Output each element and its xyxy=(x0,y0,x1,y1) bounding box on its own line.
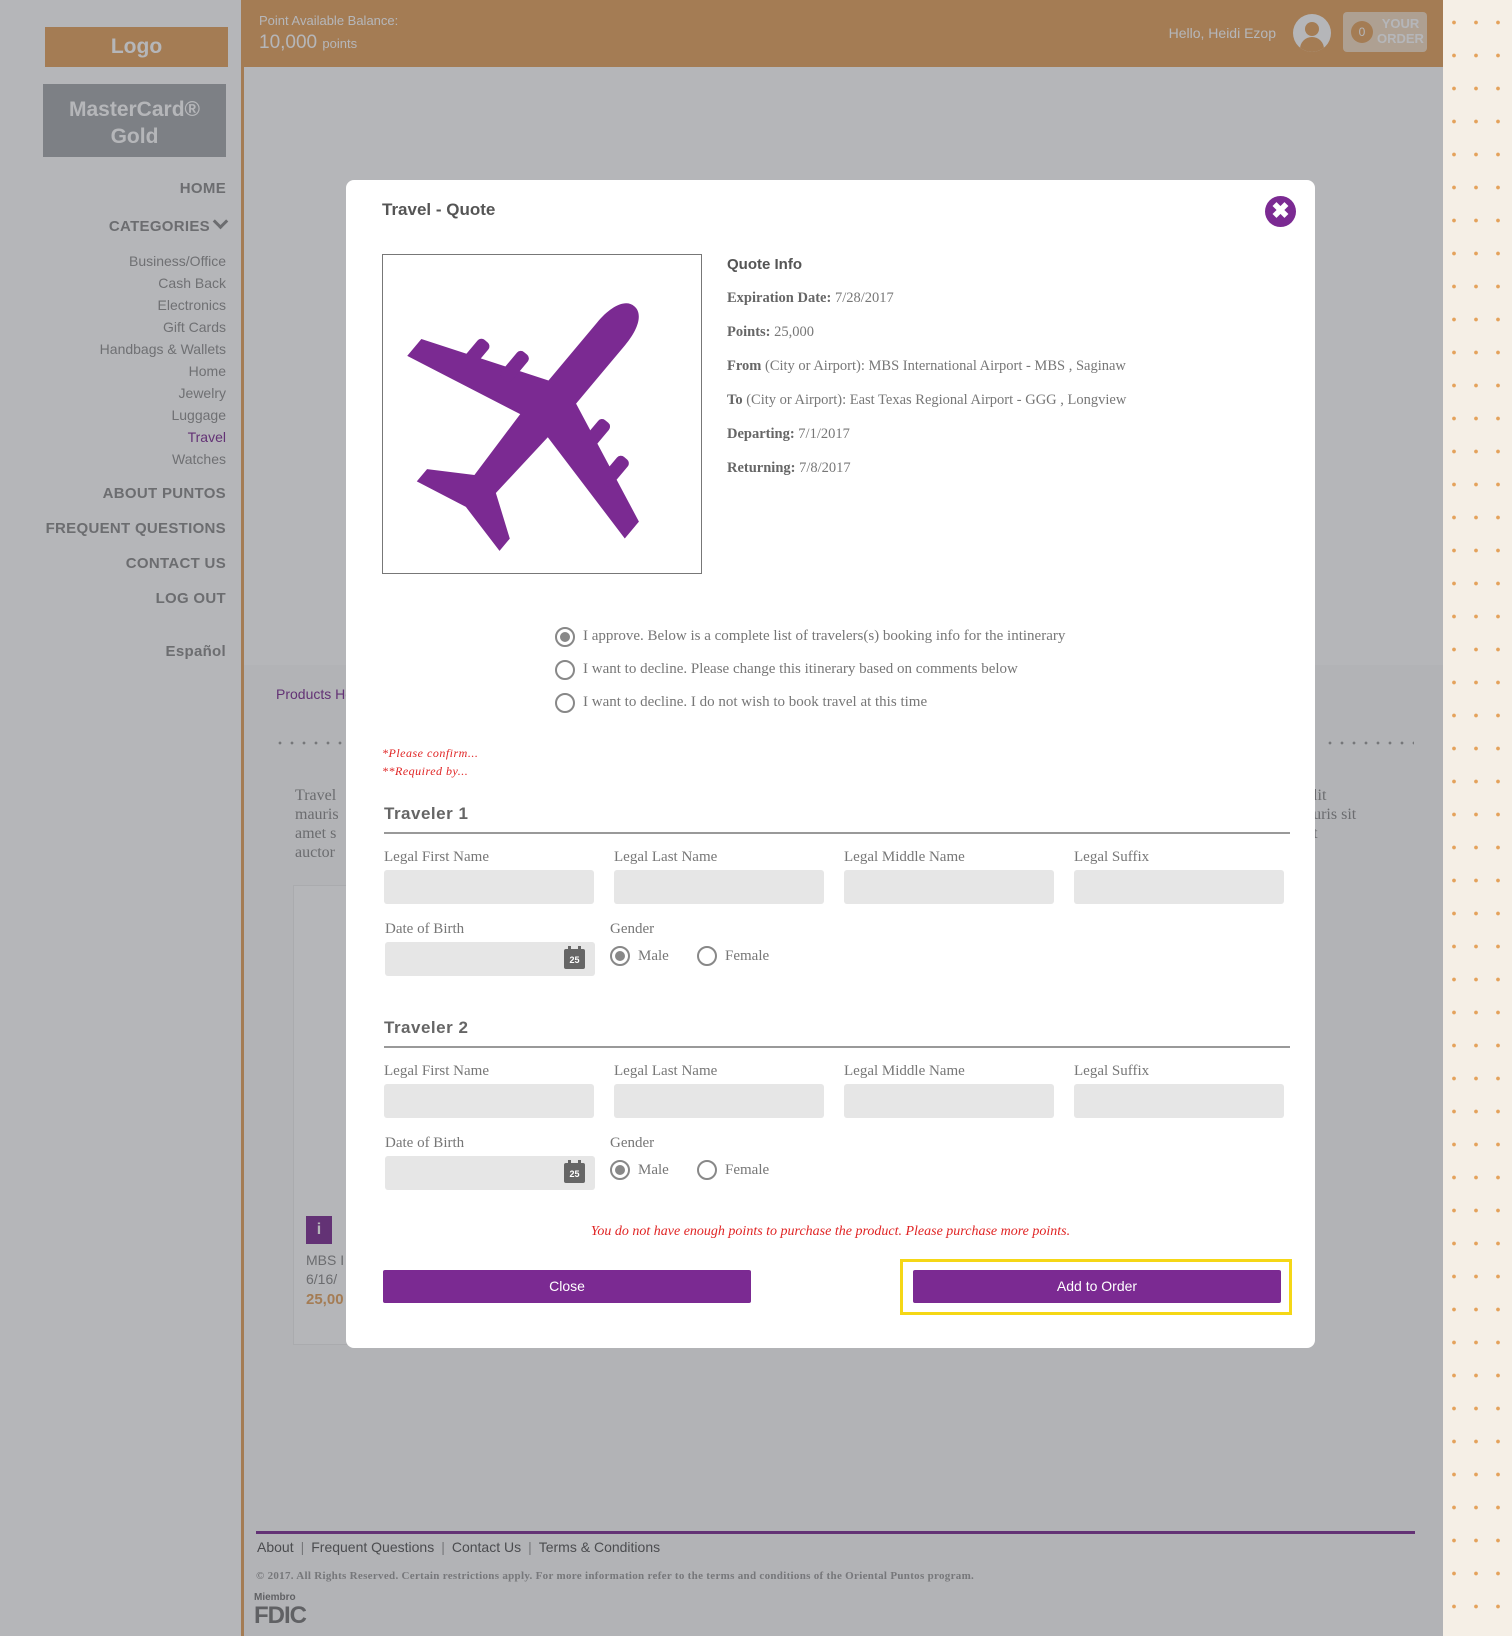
traveler-2-dob-input[interactable]: 25 xyxy=(385,1156,595,1190)
traveler-1-middle-name-input[interactable] xyxy=(844,870,1054,904)
traveler-2-dob-label: Date of Birth xyxy=(385,1135,465,1151)
decorative-dot-stripe xyxy=(1443,0,1512,1636)
add-to-order-button[interactable]: Add to Order xyxy=(913,1270,1281,1303)
traveler-1-gender-male[interactable]: Male xyxy=(610,946,669,966)
traveler-1-suffix-input[interactable] xyxy=(1074,870,1284,904)
traveler-2-divider xyxy=(384,1046,1290,1048)
confirm-note: *Please confirm... xyxy=(382,746,479,760)
traveler-1-dob-input[interactable]: 25 xyxy=(385,942,595,976)
required-note: **Required by... xyxy=(382,764,469,778)
calendar-icon[interactable]: 25 xyxy=(564,1160,585,1183)
approval-options: I approve. Below is a complete list of t… xyxy=(555,620,1065,719)
traveler-1-first-name-input[interactable] xyxy=(384,870,594,904)
option-decline-change[interactable]: I want to decline. Please change this it… xyxy=(555,653,1065,686)
traveler-1-suffix-label: Legal Suffix xyxy=(1074,849,1150,865)
close-icon[interactable]: ✖ xyxy=(1265,196,1296,227)
traveler-1-middle-name-label: Legal Middle Name xyxy=(844,849,965,865)
traveler-1-male-label: Male xyxy=(638,947,669,964)
travel-quote-modal: Travel - Quote ✖ Quote Info Expiration D… xyxy=(346,180,1315,1348)
traveler-1-gender-female[interactable]: Female xyxy=(697,946,769,966)
traveler-2-gender-label: Gender xyxy=(610,1135,655,1151)
from-location: From (City or Airport): MBS Internationa… xyxy=(727,358,1126,374)
radio-decline-cancel[interactable] xyxy=(555,692,575,713)
close-button[interactable]: Close xyxy=(383,1270,751,1303)
airplane-icon xyxy=(407,303,639,551)
radio-approve[interactable] xyxy=(555,626,575,647)
insufficient-points-warning: You do not have enough points to purchas… xyxy=(590,1224,1071,1239)
option-decline-change-label: I want to decline. Please change this it… xyxy=(583,661,1018,677)
traveler-1-title: Traveler 1 xyxy=(384,804,469,823)
traveler-1-female-radio[interactable] xyxy=(697,946,717,966)
calendar-icon[interactable]: 25 xyxy=(564,946,585,969)
traveler-2-gender-male[interactable]: Male xyxy=(610,1160,669,1180)
traveler-1-dob-label: Date of Birth xyxy=(385,921,465,937)
product-image-frame xyxy=(382,254,702,574)
traveler-2-first-name-label: Legal First Name xyxy=(384,1063,489,1079)
traveler-2-first-name-input[interactable] xyxy=(384,1084,594,1118)
expiration-date: Expiration Date: 7/28/2017 xyxy=(727,290,894,306)
option-approve-label: I approve. Below is a complete list of t… xyxy=(583,628,1066,644)
option-decline-cancel-label: I want to decline. I do not wish to book… xyxy=(583,694,928,710)
traveler-2-last-name-label: Legal Last Name xyxy=(614,1063,718,1079)
quote-points: Points: 25,000 xyxy=(727,324,814,340)
traveler-1-last-name-label: Legal Last Name xyxy=(614,849,718,865)
traveler-2-last-name-input[interactable] xyxy=(614,1084,824,1118)
traveler-1-female-label: Female xyxy=(725,947,770,964)
traveler-2-suffix-label: Legal Suffix xyxy=(1074,1063,1150,1079)
traveler-1-last-name-input[interactable] xyxy=(614,870,824,904)
quote-info: Quote Info Expiration Date: 7/28/2017 Po… xyxy=(727,256,1126,492)
traveler-2-middle-name-label: Legal Middle Name xyxy=(844,1063,965,1079)
traveler-1-first-name-label: Legal First Name xyxy=(384,849,489,865)
returning-date: Returning: 7/8/2017 xyxy=(727,460,851,476)
to-location: To (City or Airport): East Texas Regiona… xyxy=(727,392,1127,408)
traveler-2-male-radio[interactable] xyxy=(610,1160,630,1180)
traveler-2-middle-name-input[interactable] xyxy=(844,1084,1054,1118)
option-approve[interactable]: I approve. Below is a complete list of t… xyxy=(555,620,1065,653)
traveler-2-female-radio[interactable] xyxy=(697,1160,717,1180)
traveler-2-suffix-input[interactable] xyxy=(1074,1084,1284,1118)
modal-title: Travel - Quote xyxy=(382,200,496,219)
traveler-2-female-label: Female xyxy=(725,1161,770,1178)
traveler-1-divider xyxy=(384,832,1290,834)
departing-date: Departing: 7/1/2017 xyxy=(727,426,850,442)
traveler-1-male-radio[interactable] xyxy=(610,946,630,966)
radio-decline-change[interactable] xyxy=(555,659,575,680)
traveler-2-title: Traveler 2 xyxy=(384,1018,469,1037)
traveler-1-gender-label: Gender xyxy=(610,921,655,937)
option-decline-cancel[interactable]: I want to decline. I do not wish to book… xyxy=(555,686,1065,719)
traveler-2-gender-female[interactable]: Female xyxy=(697,1160,769,1180)
quote-info-heading: Quote Info xyxy=(727,256,802,273)
traveler-2-male-label: Male xyxy=(638,1161,669,1178)
